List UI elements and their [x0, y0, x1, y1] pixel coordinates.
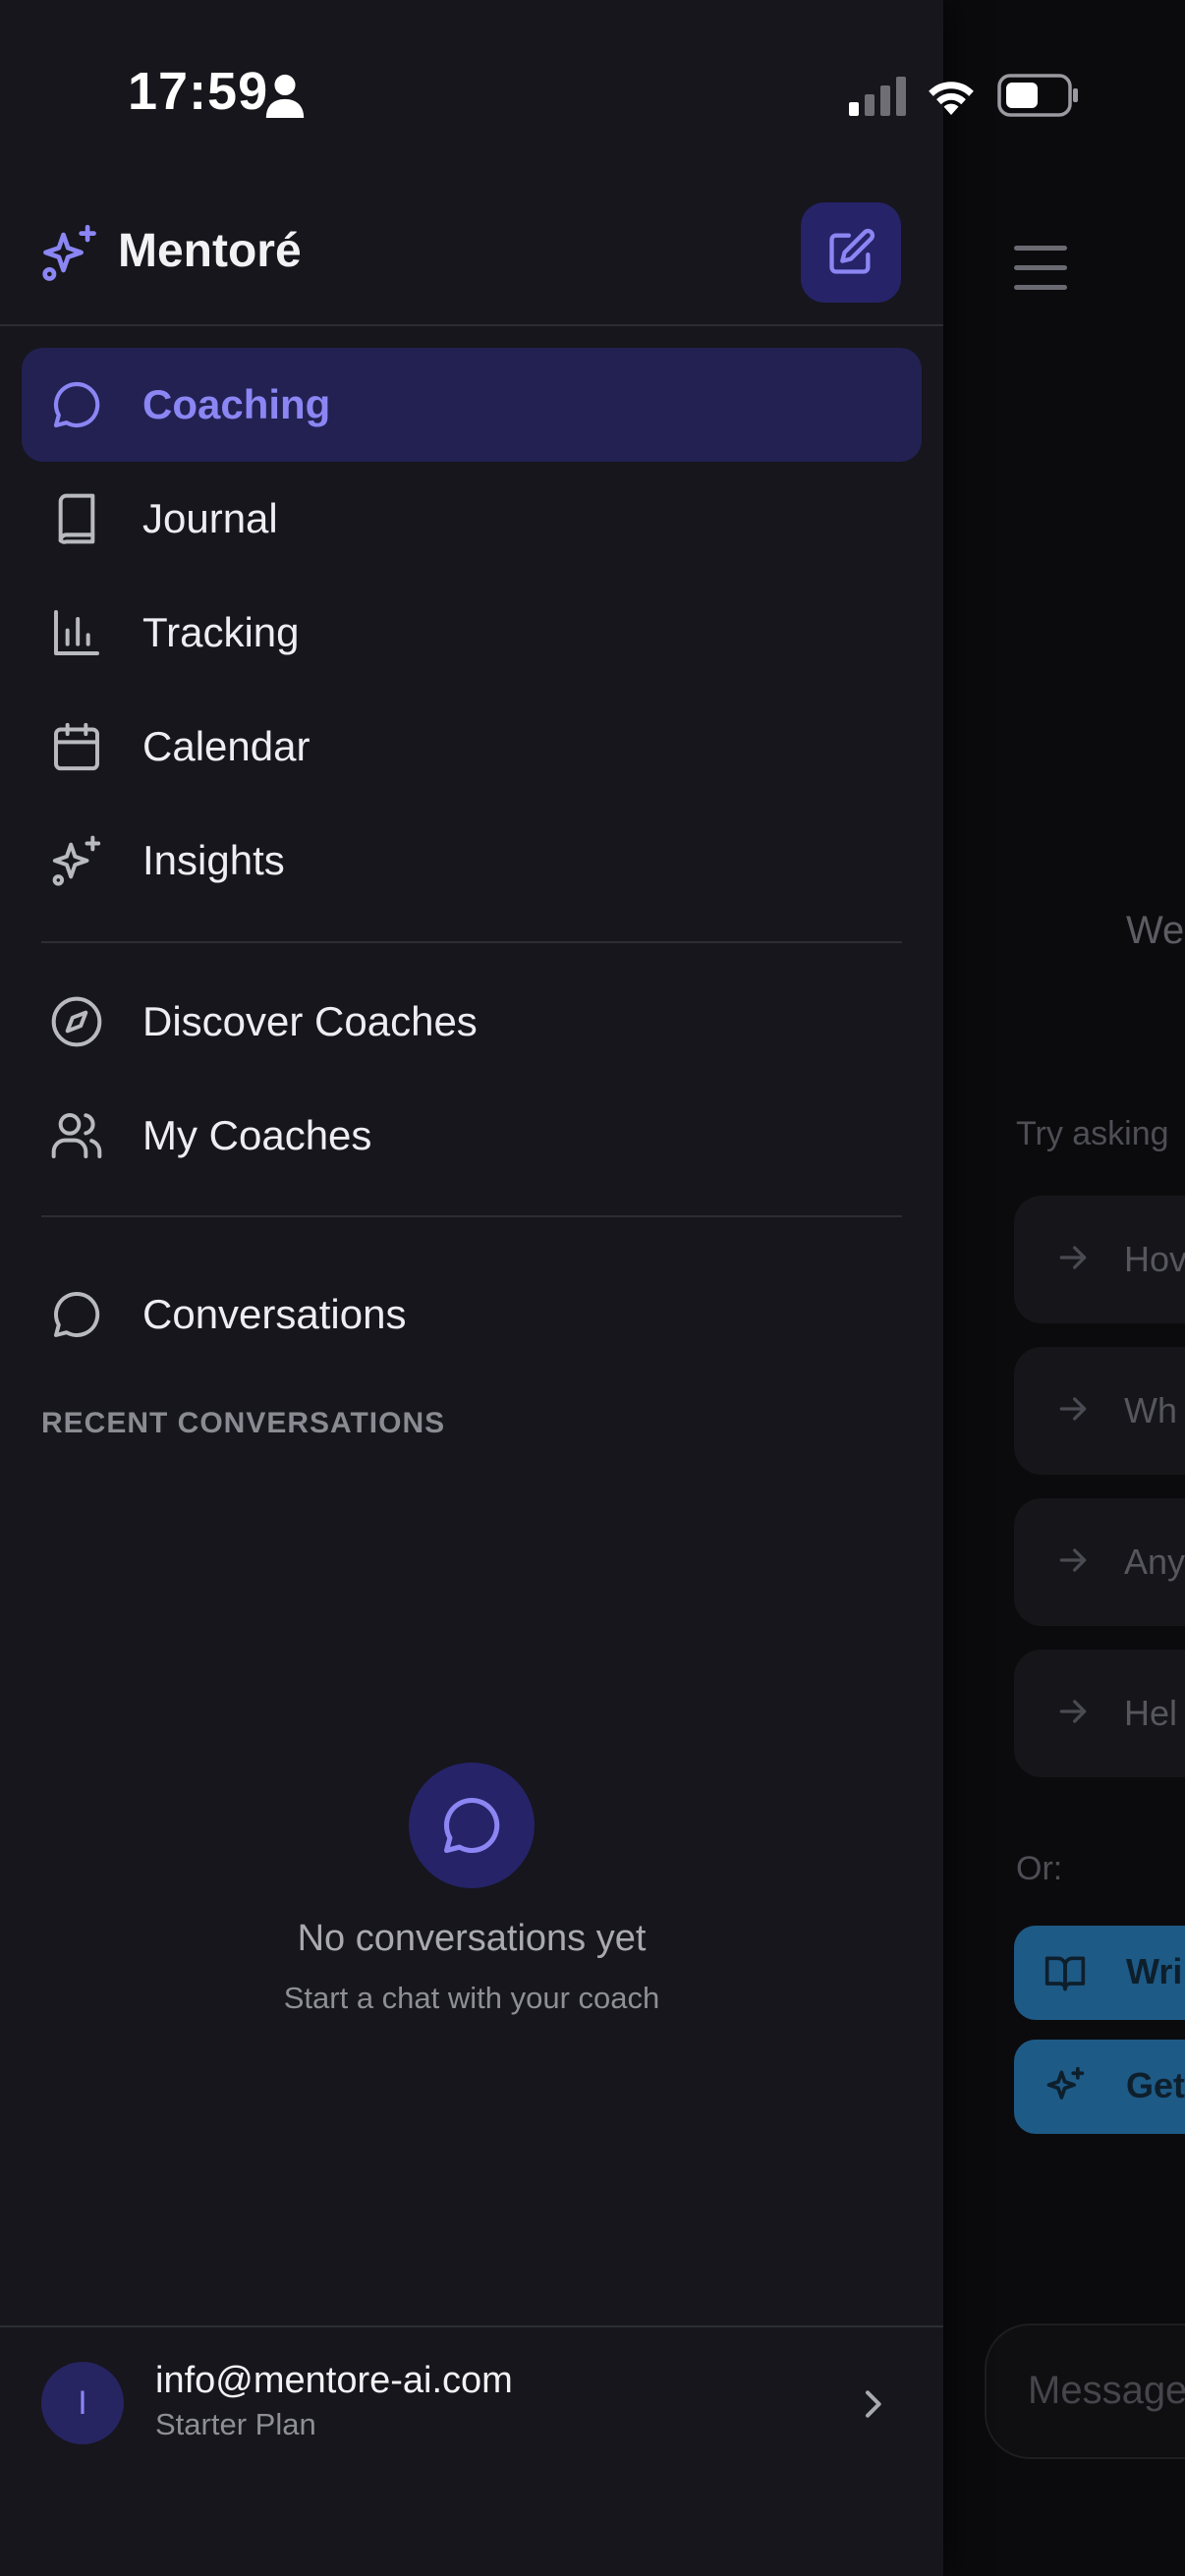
nav-item-conversations[interactable]: Conversations [22, 1258, 922, 1372]
try-asking-label: Try asking [1016, 1115, 1169, 1152]
cellular-signal-icon [849, 77, 906, 116]
screen: We Try asking Hov Wh Any Hel Or: Wri Get [0, 0, 1185, 2576]
user-email[interactable]: info@mentore-ai.com [155, 2360, 513, 2402]
welcome-heading: We [1126, 909, 1185, 952]
chat-bubble-icon [443, 1797, 500, 1854]
action-label: Wri [1126, 1951, 1183, 1991]
nav-label: Insights [142, 837, 285, 883]
suggestion-text: Any [1124, 1541, 1185, 1582]
empty-state-icon [409, 1763, 535, 1888]
nav-divider [41, 1215, 902, 1217]
main-content: We Try asking Hov Wh Any Hel Or: Wri Get [943, 0, 1185, 2576]
arrow-right-icon [1059, 1700, 1087, 1723]
suggestion-text: Wh [1124, 1390, 1177, 1430]
empty-state-title: No conversations yet [297, 1918, 647, 1959]
bar-chart-icon [54, 610, 99, 655]
chevron-right-icon[interactable] [853, 2381, 892, 2427]
nav-item-calendar[interactable]: Calendar [22, 690, 922, 804]
status-time: 17:59 [128, 62, 269, 121]
or-label: Or: [1016, 1850, 1063, 1887]
nav-label: Conversations [142, 1291, 407, 1337]
new-conversation-button[interactable] [801, 202, 901, 303]
suggestion-card[interactable]: Wh [1014, 1347, 1185, 1475]
users-icon [51, 1113, 102, 1158]
nav-item-coaching[interactable]: Coaching [22, 348, 922, 462]
arrow-right-icon [1059, 1246, 1087, 1269]
nav-label: Journal [142, 495, 278, 541]
nav-label: Discover Coaches [142, 998, 478, 1044]
write-journal-button[interactable]: Wri [1014, 1926, 1185, 2020]
nav-item-my-coaches[interactable]: My Coaches [22, 1079, 922, 1193]
nav-label: Coaching [142, 381, 331, 427]
sparkles-logo-icon [42, 224, 96, 281]
avatar[interactable]: I [41, 2362, 124, 2444]
footer-divider [0, 2325, 943, 2327]
nav-item-discover-coaches[interactable]: Discover Coaches [22, 965, 922, 1079]
wifi-icon [929, 82, 974, 115]
suggestion-card[interactable]: Any [1014, 1498, 1185, 1626]
nav-label: Calendar [142, 723, 310, 769]
user-plan: Starter Plan [155, 2407, 316, 2441]
edit-icon [829, 228, 875, 274]
nav-divider [41, 941, 902, 943]
battery-icon [997, 74, 1078, 117]
suggestion-card[interactable]: Hov [1014, 1196, 1185, 1323]
action-label: Get [1126, 2065, 1185, 2105]
calendar-icon [54, 722, 99, 771]
nav-item-tracking[interactable]: Tracking [22, 576, 922, 690]
message-placeholder: Message [1028, 2369, 1185, 2412]
book-open-icon [1044, 1956, 1086, 1991]
suggestion-card[interactable]: Hel [1014, 1650, 1185, 1777]
recent-conversations-heading: RECENT CONVERSATIONS [41, 1407, 446, 1439]
nav-item-insights[interactable]: Insights [22, 804, 922, 918]
get-insights-button[interactable]: Get [1014, 2040, 1185, 2134]
sparkles-icon [1046, 2066, 1085, 2100]
person-icon [265, 74, 305, 118]
sparkles-icon [52, 835, 101, 886]
header-divider [0, 324, 943, 326]
nav-label: Tracking [142, 609, 300, 655]
nav-label: My Coaches [142, 1112, 372, 1158]
menu-icon[interactable] [1014, 246, 1069, 291]
book-icon [58, 493, 95, 544]
arrow-right-icon [1059, 1397, 1087, 1421]
chat-bubble-icon [54, 1292, 100, 1337]
empty-state-subtitle: Start a chat with your coach [283, 1981, 660, 2015]
message-input[interactable]: Message [985, 2324, 1185, 2459]
app-name: Mentoré [118, 225, 302, 277]
compass-icon [51, 996, 102, 1047]
nav-item-journal[interactable]: Journal [22, 462, 922, 576]
chat-bubble-icon [53, 381, 100, 428]
suggestion-text: Hel [1124, 1693, 1178, 1733]
suggestion-text: Hov [1124, 1239, 1185, 1279]
arrow-right-icon [1059, 1548, 1087, 1572]
